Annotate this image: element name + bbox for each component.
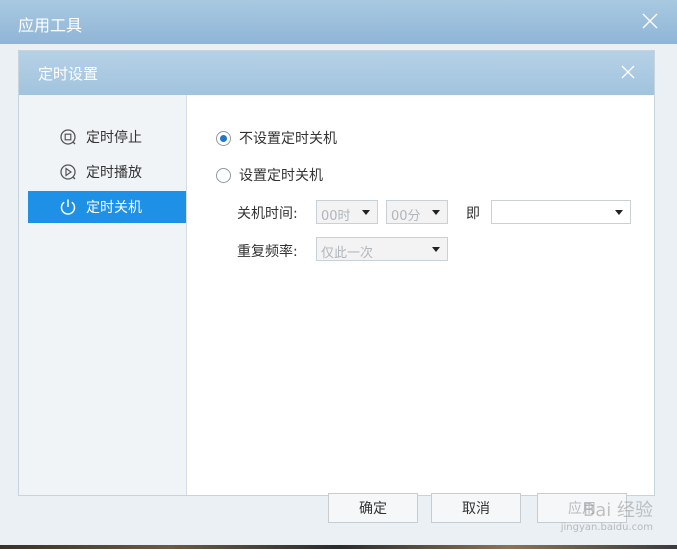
sidebar-item-timed-play[interactable]: 定时播放 xyxy=(28,156,186,188)
play-clock-icon xyxy=(60,164,76,180)
timer-settings-dialog: 定时设置 定时停止 定时播放 定时关机 不设置定时关机 设置定时关机 关机时间:… xyxy=(18,50,655,523)
minute-value: 00分 xyxy=(391,209,421,224)
connector-label: 即 xyxy=(466,206,480,222)
radio-set-shutdown[interactable]: 设置定时关机 xyxy=(216,165,323,185)
hour-value: 00时 xyxy=(321,209,351,224)
watermark: Bai 经验 jingyan.baidu.com xyxy=(561,496,653,533)
repeat-label: 重复频率: xyxy=(237,244,298,260)
radio-no-shutdown-label: 不设置定时关机 xyxy=(239,131,337,147)
outer-close-icon[interactable] xyxy=(641,12,659,30)
repeat-value: 仅此一次 xyxy=(321,246,374,261)
ok-button[interactable]: 确定 xyxy=(328,493,418,523)
dialog-title: 定时设置 xyxy=(38,65,99,83)
shutdown-time-label: 关机时间: xyxy=(237,206,298,222)
dialog-title-bar: 定时设置 xyxy=(19,51,654,95)
settings-sidebar: 定时停止 定时播放 定时关机 xyxy=(19,95,187,495)
dropdown-arrow-icon xyxy=(362,210,370,215)
radio-button-checked[interactable] xyxy=(216,130,231,146)
background-photo-strip xyxy=(0,545,677,549)
hour-select[interactable]: 00时 xyxy=(316,200,378,224)
outer-title-bar: 应用工具 xyxy=(0,0,677,44)
watermark-text: Bai 经验 xyxy=(582,500,653,521)
dropdown-arrow-icon xyxy=(432,210,440,215)
dropdown-arrow-icon xyxy=(615,210,623,215)
power-icon xyxy=(60,199,76,215)
dialog-close-icon[interactable] xyxy=(620,64,636,80)
stop-clock-icon xyxy=(60,129,76,145)
dropdown-arrow-icon xyxy=(432,247,440,252)
sidebar-item-label: 定时停止 xyxy=(86,130,142,146)
sidebar-item-label: 定时播放 xyxy=(86,165,142,181)
radio-no-shutdown[interactable]: 不设置定时关机 xyxy=(216,128,337,148)
repeat-select[interactable]: 仅此一次 xyxy=(316,237,448,261)
settings-content: 不设置定时关机 设置定时关机 关机时间: 00时 00分 即 重复频率: 仅此一… xyxy=(187,95,654,523)
radio-button[interactable] xyxy=(216,167,231,183)
sidebar-item-timed-shutdown[interactable]: 定时关机 xyxy=(28,191,186,223)
date-select[interactable] xyxy=(491,200,631,224)
sidebar-item-timed-stop[interactable]: 定时停止 xyxy=(28,121,186,153)
watermark-url: jingyan.baidu.com xyxy=(560,522,653,533)
minute-select[interactable]: 00分 xyxy=(386,200,448,224)
radio-set-shutdown-label: 设置定时关机 xyxy=(239,168,323,184)
sidebar-item-label: 定时关机 xyxy=(86,200,142,216)
outer-window-title: 应用工具 xyxy=(18,16,83,35)
cancel-button[interactable]: 取消 xyxy=(431,493,521,523)
